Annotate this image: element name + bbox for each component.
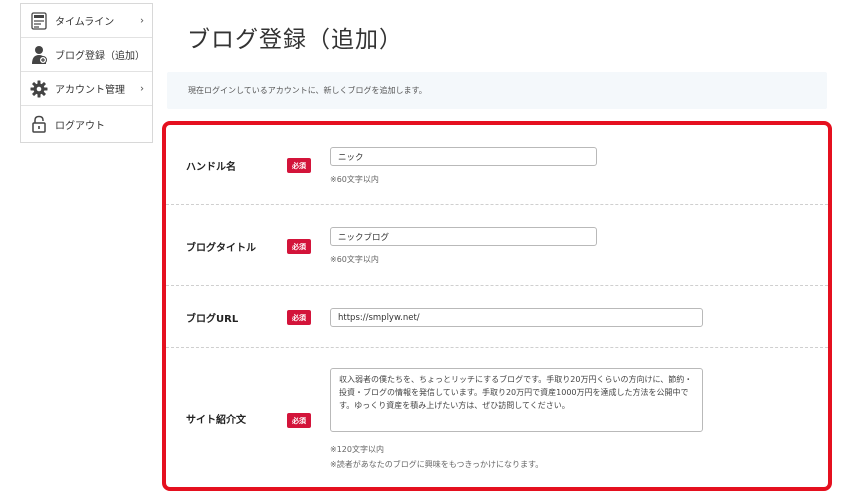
required-badge: 必須 bbox=[287, 413, 311, 428]
sidebar-item-label: ログアウト bbox=[55, 120, 105, 132]
sidebar: タイムライン › ブログ登録（追加） アカウント管理 › ログアウト bbox=[20, 3, 153, 143]
required-badge: 必須 bbox=[287, 158, 311, 173]
sidebar-item-label: ブログ登録（追加） bbox=[55, 51, 145, 62]
required-badge: 必須 bbox=[287, 239, 311, 254]
lock-icon bbox=[29, 114, 49, 134]
required-badge: 必須 bbox=[287, 310, 311, 325]
info-message: 現在ログインしているアカウントに、新しくブログを追加します。 bbox=[167, 72, 827, 109]
site-intro-note-reader: ※読者があなたのブログに興味をもつきっかけになります。 bbox=[330, 460, 544, 469]
sidebar-item-label: アカウント管理 bbox=[55, 85, 125, 96]
site-intro-textarea[interactable]: 収入弱者の僕たちを、ちょっとリッチにするブログです。手取り20万円くらいの方向け… bbox=[330, 368, 703, 432]
blog-title-note: ※60文字以内 bbox=[330, 255, 379, 264]
sidebar-item-timeline[interactable]: タイムライン › bbox=[21, 4, 152, 38]
site-intro-note-length: ※120文字以内 bbox=[330, 445, 384, 454]
chevron-right-icon: › bbox=[140, 83, 144, 94]
handle-input[interactable] bbox=[330, 147, 597, 166]
page-title: ブログ登録（追加） bbox=[187, 27, 403, 53]
info-text: 現在ログインしているアカウントに、新しくブログを追加します。 bbox=[188, 86, 427, 95]
form-row-blog-url: ブログURL 必須 bbox=[166, 286, 828, 348]
blog-url-label: ブログURL bbox=[186, 314, 239, 325]
gear-icon bbox=[29, 79, 49, 99]
site-intro-label: サイト紹介文 bbox=[186, 415, 246, 426]
blog-title-label: ブログタイトル bbox=[186, 243, 256, 254]
handle-note: ※60文字以内 bbox=[330, 175, 379, 184]
sidebar-item-account[interactable]: アカウント管理 › bbox=[21, 72, 152, 106]
handle-label: ハンドル名 bbox=[186, 162, 236, 173]
user-add-icon bbox=[29, 45, 49, 65]
sidebar-item-label: タイムライン bbox=[55, 17, 115, 28]
form-row-blog-title: ブログタイトル 必須 ※60文字以内 bbox=[166, 205, 828, 286]
blog-register-form: ハンドル名 必須 ※60文字以内 ブログタイトル 必須 ※60文字以内 ブログU… bbox=[162, 121, 832, 491]
blog-url-input[interactable] bbox=[330, 308, 703, 327]
timeline-icon bbox=[29, 11, 49, 31]
sidebar-item-logout[interactable]: ログアウト bbox=[21, 106, 152, 142]
form-row-site-intro: サイト紹介文 必須 収入弱者の僕たちを、ちょっとリッチにするブログです。手取り2… bbox=[166, 348, 828, 487]
sidebar-item-blog-register[interactable]: ブログ登録（追加） bbox=[21, 38, 152, 72]
form-row-handle: ハンドル名 必須 ※60文字以内 bbox=[166, 125, 828, 205]
blog-title-input[interactable] bbox=[330, 227, 597, 246]
chevron-right-icon: › bbox=[140, 15, 144, 26]
